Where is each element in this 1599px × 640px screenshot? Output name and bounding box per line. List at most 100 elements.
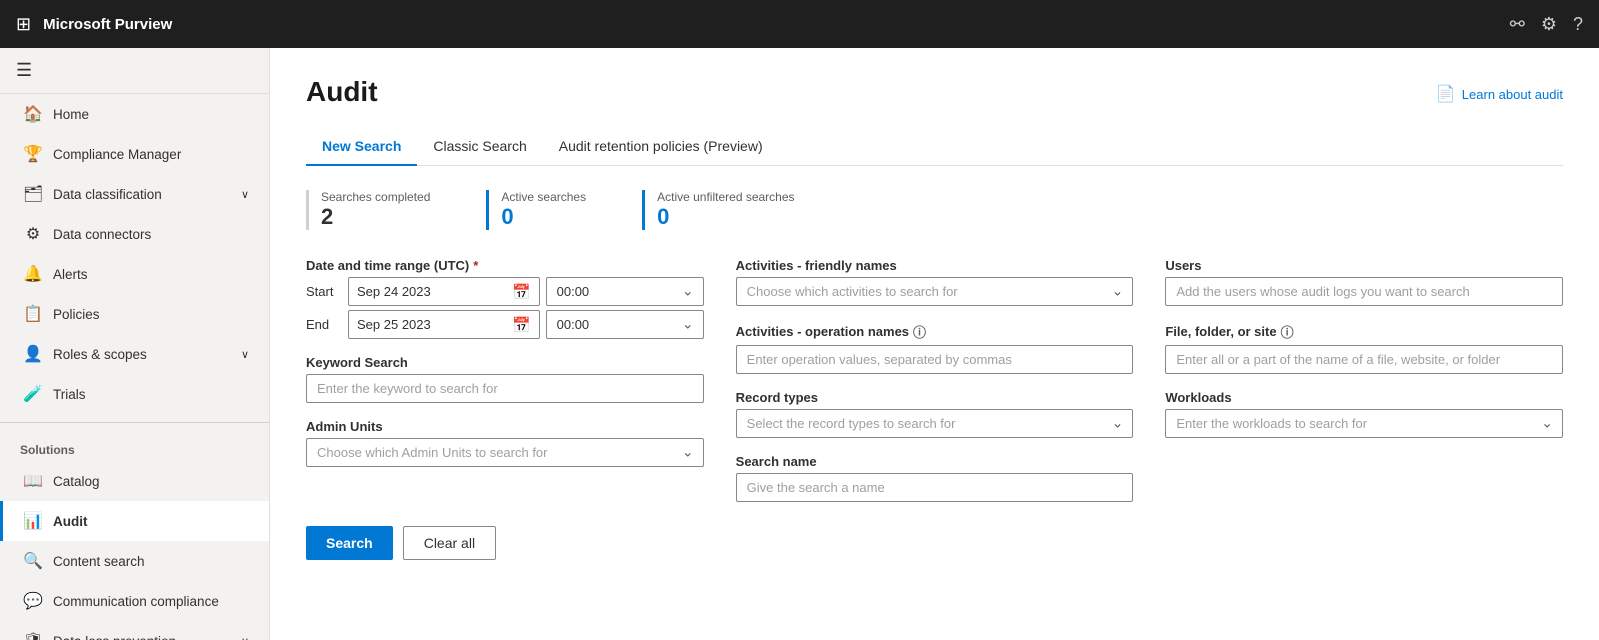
keyword-label: Keyword Search xyxy=(306,355,704,370)
date-range-group: Date and time range (UTC) * Start 📅 00:0… xyxy=(306,258,704,339)
sidebar-item-data-connectors[interactable]: ⚙ Data connectors xyxy=(0,214,269,254)
button-row: Search Clear all xyxy=(306,526,1563,560)
date-range-label: Date and time range (UTC) * xyxy=(306,258,704,273)
end-time-select[interactable]: 00:00 xyxy=(546,310,704,339)
hamburger-icon[interactable]: ☰ xyxy=(16,60,32,80)
tab-new-search[interactable]: New Search xyxy=(306,128,417,166)
form-col-1: Date and time range (UTC) * Start 📅 00:0… xyxy=(306,258,704,502)
tab-classic-search[interactable]: Classic Search xyxy=(417,128,542,166)
stat-active-unfiltered-label: Active unfiltered searches xyxy=(657,190,794,204)
keyword-input[interactable] xyxy=(306,374,704,403)
sidebar: ☰ 🏠 Home 🏆 Compliance Manager 🗂 Data cla… xyxy=(0,48,270,640)
calendar-icon-start[interactable]: 📅 xyxy=(504,283,539,301)
sidebar-item-audit[interactable]: 📊 Audit xyxy=(0,501,269,541)
sidebar-item-roles-scopes[interactable]: 👤 Roles & scopes ∨ xyxy=(0,334,269,374)
file-folder-input[interactable] xyxy=(1165,345,1563,374)
admin-units-group: Admin Units Choose which Admin Units to … xyxy=(306,419,704,467)
sidebar-item-communication-label: Communication compliance xyxy=(53,594,219,609)
activities-operation-input[interactable] xyxy=(736,345,1134,374)
stat-searches-completed-value: 2 xyxy=(321,204,430,230)
topbar-icons: ⚯ ⚙ ? xyxy=(1510,14,1583,35)
info-icon-file[interactable]: ⓘ xyxy=(1281,322,1294,341)
sidebar-item-policies[interactable]: 📋 Policies xyxy=(0,294,269,334)
end-label: End xyxy=(306,317,342,332)
clear-all-button[interactable]: Clear all xyxy=(403,526,496,560)
topbar: ⊞ Microsoft Purview ⚯ ⚙ ? xyxy=(0,0,1599,48)
record-types-select[interactable]: Select the record types to search for xyxy=(736,409,1134,438)
sidebar-item-catalog-label: Catalog xyxy=(53,474,100,489)
start-time-select[interactable]: 00:00 xyxy=(546,277,704,306)
start-date-input[interactable] xyxy=(349,278,504,305)
workloads-group: Workloads Enter the workloads to search … xyxy=(1165,390,1563,438)
sidebar-item-alerts[interactable]: 🔔 Alerts xyxy=(0,254,269,294)
activities-friendly-select-wrapper: Choose which activities to search for xyxy=(736,277,1134,306)
page-header: Audit 📄 Learn about audit xyxy=(306,76,1563,108)
compliance-icon: 🏆 xyxy=(23,144,43,164)
stat-searches-completed-label: Searches completed xyxy=(321,190,430,204)
workloads-select[interactable]: Enter the workloads to search for xyxy=(1165,409,1563,438)
calendar-icon-end[interactable]: 📅 xyxy=(504,316,539,334)
record-types-label: Record types xyxy=(736,390,1134,405)
search-form: Date and time range (UTC) * Start 📅 00:0… xyxy=(306,258,1563,502)
alerts-icon: 🔔 xyxy=(23,264,43,284)
document-icon: 📄 xyxy=(1436,84,1456,104)
sidebar-item-content-search-label: Content search xyxy=(53,554,145,569)
search-nav-icon: 🔍 xyxy=(23,551,43,571)
sidebar-item-communication-compliance[interactable]: 💬 Communication compliance xyxy=(0,581,269,621)
info-icon-operations[interactable]: ⓘ xyxy=(913,322,926,341)
audit-icon: 📊 xyxy=(23,511,43,531)
stats-row: Searches completed 2 Active searches 0 A… xyxy=(306,190,1563,230)
stat-active-unfiltered: Active unfiltered searches 0 xyxy=(642,190,822,230)
end-date-input[interactable] xyxy=(349,311,504,338)
activities-friendly-group: Activities - friendly names Choose which… xyxy=(736,258,1134,306)
connectors-icon: ⚙ xyxy=(23,224,43,244)
sidebar-item-home[interactable]: 🏠 Home xyxy=(0,94,269,134)
chevron-down-icon: ∨ xyxy=(241,188,249,201)
tab-retention-policies[interactable]: Audit retention policies (Preview) xyxy=(543,128,779,166)
users-group: Users xyxy=(1165,258,1563,306)
required-star: * xyxy=(473,258,478,273)
users-input[interactable] xyxy=(1165,277,1563,306)
stat-active-searches-label: Active searches xyxy=(501,190,586,204)
admin-units-select-wrapper: Choose which Admin Units to search for xyxy=(306,438,704,467)
sidebar-top: ☰ xyxy=(0,48,269,94)
workloads-select-wrapper: Enter the workloads to search for xyxy=(1165,409,1563,438)
chevron-down-icon-dlp: ∨ xyxy=(241,635,249,640)
stat-active-unfiltered-value: 0 xyxy=(657,204,794,230)
app-title: Microsoft Purview xyxy=(43,16,1498,33)
search-name-label: Search name xyxy=(736,454,1134,469)
sidebar-item-data-classification[interactable]: 🗂 Data classification ∨ xyxy=(0,174,269,214)
sidebar-item-audit-label: Audit xyxy=(53,514,88,529)
activities-friendly-select[interactable]: Choose which activities to search for xyxy=(736,277,1134,306)
sidebar-item-home-label: Home xyxy=(53,107,89,122)
start-label: Start xyxy=(306,284,342,299)
trials-icon: 🧪 xyxy=(23,384,43,404)
end-date-input-wrapper: 📅 xyxy=(348,310,540,339)
activities-operation-label: Activities - operation names ⓘ xyxy=(736,322,1134,341)
help-icon[interactable]: ? xyxy=(1573,14,1583,35)
catalog-icon: 📖 xyxy=(23,471,43,491)
policies-icon: 📋 xyxy=(23,304,43,324)
search-button[interactable]: Search xyxy=(306,526,393,560)
sidebar-item-trials[interactable]: 🧪 Trials xyxy=(0,374,269,414)
sidebar-item-content-search[interactable]: 🔍 Content search xyxy=(0,541,269,581)
network-icon[interactable]: ⚯ xyxy=(1510,14,1525,35)
admin-units-select[interactable]: Choose which Admin Units to search for xyxy=(306,438,704,467)
sidebar-item-alerts-label: Alerts xyxy=(53,267,88,282)
sidebar-item-compliance-label: Compliance Manager xyxy=(53,147,181,162)
sidebar-item-data-loss-prevention[interactable]: 🛡 Data loss prevention ∨ xyxy=(0,621,269,640)
learn-about-audit-link[interactable]: 📄 Learn about audit xyxy=(1436,84,1563,104)
form-col-3: Users File, folder, or site ⓘ Workloads … xyxy=(1165,258,1563,502)
admin-units-label: Admin Units xyxy=(306,419,704,434)
sidebar-item-catalog[interactable]: 📖 Catalog xyxy=(0,461,269,501)
dlp-icon: 🛡 xyxy=(23,631,43,640)
sidebar-item-compliance-manager[interactable]: 🏆 Compliance Manager xyxy=(0,134,269,174)
activities-friendly-label: Activities - friendly names xyxy=(736,258,1134,273)
record-types-select-wrapper: Select the record types to search for xyxy=(736,409,1134,438)
settings-icon[interactable]: ⚙ xyxy=(1541,14,1557,35)
roles-icon: 👤 xyxy=(23,344,43,364)
learn-link-text: Learn about audit xyxy=(1462,87,1563,102)
waffle-icon[interactable]: ⊞ xyxy=(16,14,31,35)
start-date-input-wrapper: 📅 xyxy=(348,277,540,306)
search-name-input[interactable] xyxy=(736,473,1134,502)
